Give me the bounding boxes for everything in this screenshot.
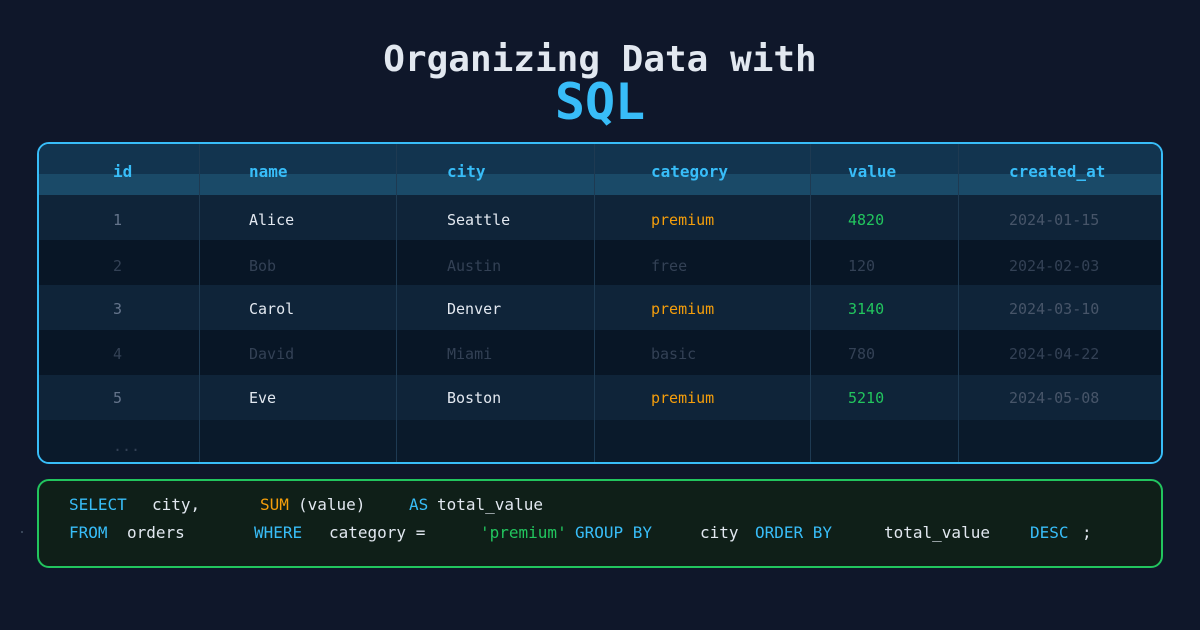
cell-value: 120 (848, 257, 876, 275)
cell-id: 5 (113, 389, 123, 407)
sql-group-column: city (700, 523, 739, 542)
cell-created-at: 2024-04-22 (1009, 345, 1100, 363)
cell-created-at: 2024-02-03 (1009, 257, 1100, 275)
column-header-id[interactable]: id (113, 162, 132, 181)
cell-value: 4820 (848, 211, 885, 229)
sql-keyword-desc: DESC (1030, 523, 1069, 542)
cell-category: basic (651, 345, 697, 363)
cell-name: Eve (249, 389, 277, 407)
cell-value: 3140 (848, 300, 885, 318)
cell-created-at: 2024-01-15 (1009, 211, 1100, 229)
cell-name: Bob (249, 257, 277, 275)
sql-query-panel: SELECT city, SUM (value) AS total_value … (37, 479, 1163, 568)
decorative-dot (21, 531, 23, 533)
page-title-accent: SQL (554, 73, 646, 131)
sql-keyword-where: WHERE (254, 523, 303, 542)
sql-alias: total_value (437, 495, 543, 514)
sql-function-arg: (value) (298, 495, 366, 514)
cell-created-at: 2024-05-08 (1009, 389, 1100, 407)
table-row[interactable]: 4 David Miami basic 780 2024-04-22 (39, 330, 1161, 375)
sql-string-literal: 'premium' (480, 523, 567, 542)
cell-name: Carol (249, 300, 295, 318)
sql-semicolon: ; (1082, 523, 1092, 542)
column-divider (958, 144, 959, 462)
cell-value: 780 (848, 345, 876, 363)
cell-id: 1 (113, 211, 123, 229)
column-header-value[interactable]: value (848, 162, 896, 181)
table-row-more: ... (39, 420, 1161, 462)
column-divider (810, 144, 811, 462)
sql-keyword-order-by: ORDER BY (755, 523, 833, 542)
sql-keyword-group-by: GROUP BY (575, 523, 653, 542)
sql-condition: category = (329, 523, 426, 542)
table-row[interactable]: 2 Bob Austin free 120 2024-02-03 (39, 240, 1161, 285)
cell-id: 4 (113, 345, 123, 363)
sql-keyword-from: FROM (69, 523, 108, 542)
column-divider (594, 144, 595, 462)
table-row[interactable]: 3 Carol Denver premium 3140 2024-03-10 (39, 285, 1161, 330)
column-header-name[interactable]: name (249, 162, 288, 181)
more-rows-ellipsis: ... (113, 437, 141, 455)
cell-id: 3 (113, 300, 123, 318)
cell-value: 5210 (848, 389, 885, 407)
cell-category: premium (651, 389, 715, 407)
sql-table-name: orders (127, 523, 185, 542)
column-header-created-at[interactable]: created_at (1009, 162, 1105, 181)
table-header: id name city category value created_at (39, 144, 1161, 195)
sql-column-city: city, (152, 495, 201, 514)
cell-id: 2 (113, 257, 123, 275)
cell-city: Seattle (447, 211, 511, 229)
sql-function-sum: SUM (260, 495, 289, 514)
cell-city: Austin (447, 257, 502, 275)
cell-category: free (651, 257, 688, 275)
cell-name: David (249, 345, 295, 363)
column-header-category[interactable]: category (651, 162, 728, 181)
cell-created-at: 2024-03-10 (1009, 300, 1100, 318)
column-divider (199, 144, 200, 462)
cell-category: premium (651, 300, 715, 318)
sql-keyword-as: AS (409, 495, 429, 514)
cell-name: Alice (249, 211, 295, 229)
table-row[interactable]: 1 Alice Seattle premium 4820 2024-01-15 (39, 195, 1161, 240)
cell-city: Boston (447, 389, 502, 407)
table-row[interactable]: 5 Eve Boston premium 5210 2024-05-08 (39, 375, 1161, 420)
data-table: id name city category value created_at 1… (37, 142, 1163, 464)
sql-order-column: total_value (884, 523, 990, 542)
column-divider (396, 144, 397, 462)
sql-keyword-select: SELECT (69, 495, 127, 514)
cell-category: premium (651, 211, 715, 229)
cell-city: Miami (447, 345, 493, 363)
cell-city: Denver (447, 300, 502, 318)
column-header-city[interactable]: city (447, 162, 486, 181)
